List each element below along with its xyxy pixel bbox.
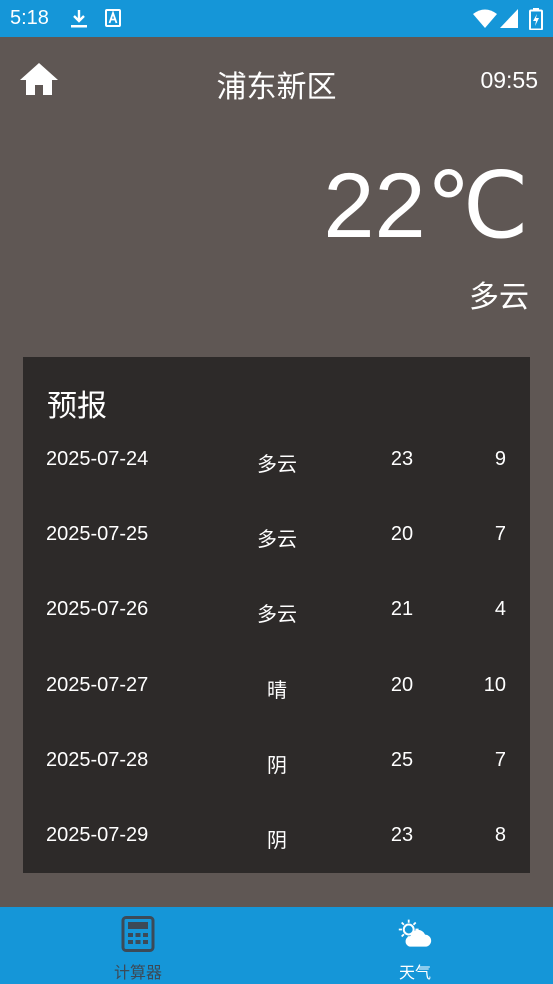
header: 浦东新区 09:55 bbox=[0, 37, 553, 125]
forecast-high: 25 bbox=[390, 749, 414, 771]
forecast-row: 2025-07-26 多云 21 4 bbox=[23, 590, 530, 630]
forecast-date: 2025-07-27 bbox=[46, 674, 149, 696]
forecast-date: 2025-07-28 bbox=[46, 749, 149, 771]
forecast-title: 预报 bbox=[47, 389, 107, 424]
forecast-low: 7 bbox=[494, 749, 506, 771]
city-name: 浦东新区 bbox=[216, 70, 337, 105]
wifi-icon bbox=[473, 9, 497, 33]
signal-icon bbox=[500, 9, 519, 33]
forecast-row: 2025-07-28 阴 25 7 bbox=[23, 741, 530, 781]
forecast-high: 21 bbox=[390, 598, 414, 620]
forecast-condition: 多云 bbox=[257, 602, 297, 626]
forecast-high: 20 bbox=[390, 523, 414, 545]
current-temperature: 22℃ bbox=[323, 155, 529, 257]
status-bar: 5:18 bbox=[0, 0, 553, 37]
forecast-row: 2025-07-29 阴 23 8 bbox=[23, 816, 530, 856]
forecast-condition: 阴 bbox=[267, 828, 287, 852]
forecast-row: 2025-07-25 多云 20 7 bbox=[23, 515, 530, 555]
forecast-low: 7 bbox=[494, 523, 506, 545]
forecast-panel: 预报 2025-07-24 多云 23 9 2025-07-25 多云 20 7… bbox=[23, 357, 530, 873]
tab-weather[interactable]: 天气 bbox=[277, 907, 553, 984]
calculator-icon bbox=[121, 916, 155, 952]
forecast-low: 10 bbox=[483, 674, 506, 696]
header-time: 09:55 bbox=[480, 67, 538, 93]
forecast-condition: 多云 bbox=[257, 452, 297, 476]
forecast-low: 8 bbox=[494, 824, 506, 846]
forecast-row: 2025-07-24 多云 23 9 bbox=[23, 440, 530, 480]
forecast-high: 23 bbox=[390, 448, 414, 470]
forecast-high: 23 bbox=[390, 824, 414, 846]
forecast-condition: 多云 bbox=[257, 527, 297, 551]
forecast-condition: 晴 bbox=[267, 678, 287, 702]
status-time: 5:18 bbox=[10, 7, 49, 29]
forecast-date: 2025-07-24 bbox=[46, 448, 149, 470]
forecast-high: 20 bbox=[390, 674, 414, 696]
tab-calculator[interactable]: 计算器 bbox=[0, 907, 276, 984]
weather-icon bbox=[398, 919, 432, 947]
forecast-date: 2025-07-29 bbox=[46, 824, 149, 846]
current-condition: 多云 bbox=[469, 280, 529, 315]
forecast-date: 2025-07-25 bbox=[46, 523, 149, 545]
tab-label-weather: 天气 bbox=[398, 963, 431, 982]
forecast-low: 9 bbox=[494, 448, 506, 470]
tab-label-calculator: 计算器 bbox=[113, 963, 162, 982]
bottom-tab-bar: 计算器 天气 bbox=[0, 907, 553, 984]
app-a-icon bbox=[105, 9, 121, 31]
forecast-condition: 阴 bbox=[267, 753, 287, 777]
forecast-row: 2025-07-27 晴 20 10 bbox=[23, 666, 530, 706]
forecast-low: 4 bbox=[494, 598, 506, 620]
forecast-date: 2025-07-26 bbox=[46, 598, 149, 620]
download-icon bbox=[70, 9, 88, 33]
battery-icon bbox=[529, 8, 543, 34]
